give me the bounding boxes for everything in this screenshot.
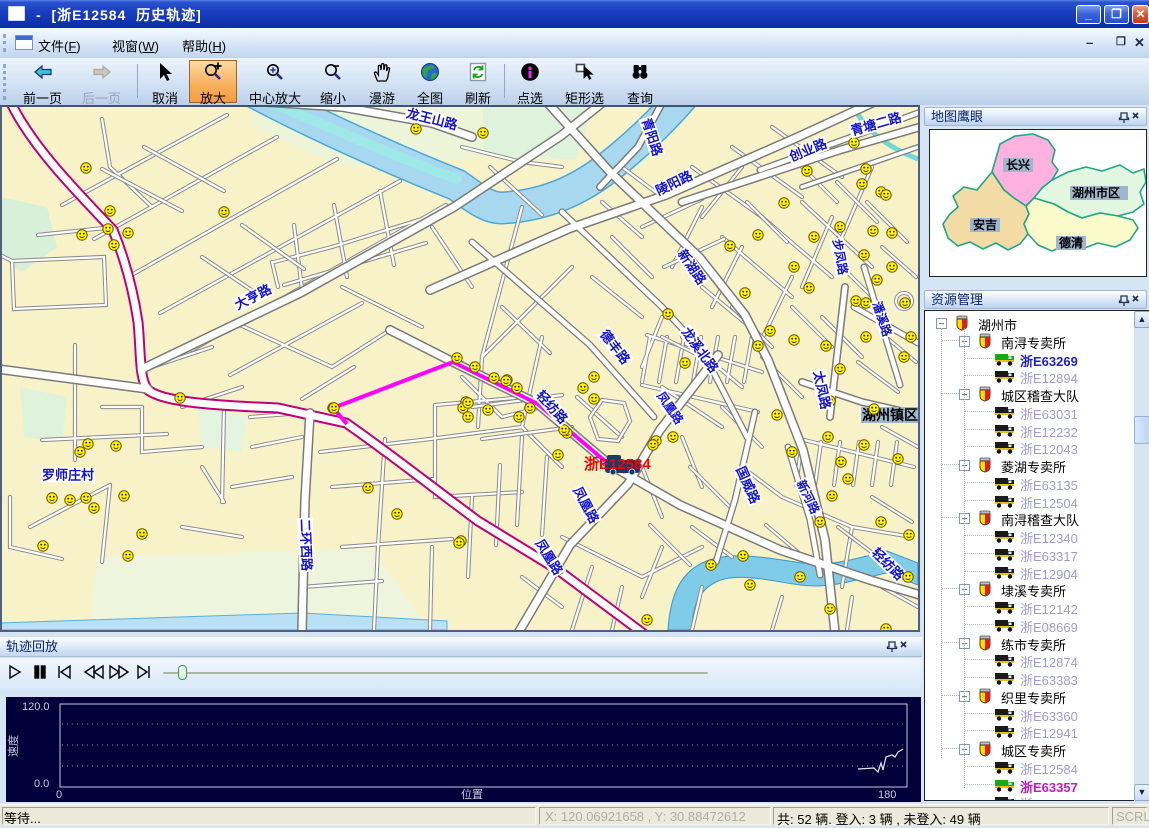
svg-text:速度: 速度	[6, 735, 20, 757]
svg-text:浙E12584: 浙E12584	[584, 455, 651, 473]
svg-text:二环西路: 二环西路	[298, 519, 315, 572]
svg-text:0.0: 0.0	[34, 778, 49, 790]
svg-text:罗师庄村: 罗师庄村	[42, 468, 94, 483]
svg-text:120.0: 120.0	[22, 701, 50, 713]
svg-text:安吉: 安吉	[973, 217, 997, 232]
svg-text:长兴: 长兴	[1006, 157, 1030, 172]
svg-text:位置: 位置	[461, 787, 483, 801]
svg-text:湖州市区: 湖州市区	[1072, 185, 1120, 200]
svg-text:180: 180	[878, 789, 896, 801]
svg-text:0: 0	[56, 789, 62, 801]
svg-text:德清: 德清	[1059, 235, 1083, 250]
